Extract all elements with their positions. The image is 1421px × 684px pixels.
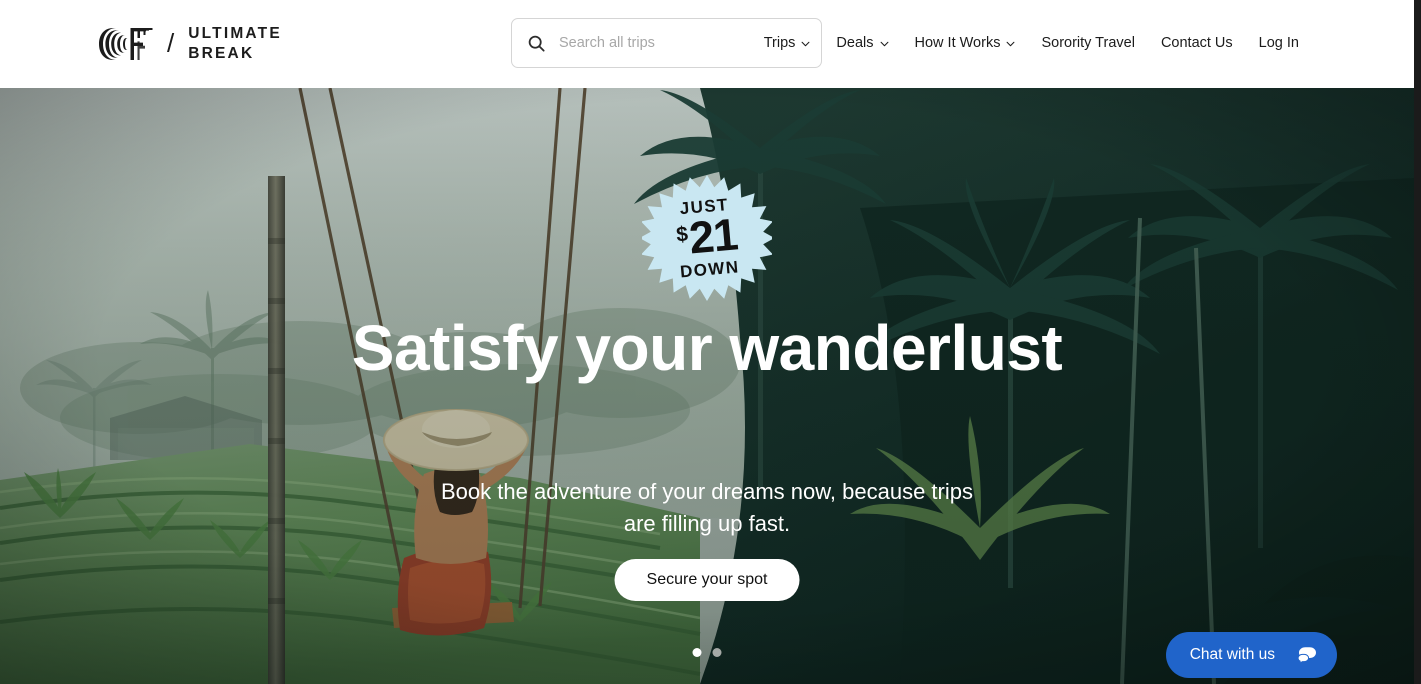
nav-item-how-it-works[interactable]: How It Works — [915, 32, 1016, 54]
nav-label-contact-us: Contact Us — [1160, 35, 1233, 51]
badge-bottom-label: DOWN — [679, 257, 741, 282]
chevron-down-icon — [1007, 41, 1015, 47]
logo-line-2: BREAK — [188, 45, 255, 62]
nav-item-deals[interactable]: Deals — [836, 32, 888, 54]
nav-label-sorority-travel: Sorority Travel — [1041, 35, 1135, 51]
main-navigation: Trips Deals How It Works Sorority Travel — [764, 32, 1299, 54]
chat-label: Chat with us — [1189, 646, 1275, 663]
logo-wordmark: ULTIMATE BREAK — [188, 24, 282, 64]
search-icon — [528, 35, 545, 52]
nav-item-contact-us[interactable]: Contact Us — [1161, 32, 1233, 54]
site-header: / ULTIMATE BREAK Trips Deals — [0, 0, 1414, 88]
badge-amount-row: $ 21 — [675, 208, 740, 264]
nav-item-trips[interactable]: Trips — [764, 32, 811, 54]
browser-edge-strip-top — [1407, 0, 1414, 88]
price-badge: JUST $ 21 DOWN — [642, 173, 772, 303]
hero-section: JUST $ 21 DOWN Satisfy your wanderlust B… — [0, 88, 1414, 684]
ef-logo-icon — [99, 28, 153, 60]
brand-logo[interactable]: / ULTIMATE BREAK — [99, 22, 282, 66]
hero-subtitle: Book the adventure of your dreams now, b… — [441, 479, 973, 536]
secure-your-spot-button[interactable]: Secure your spot — [614, 559, 800, 601]
chat-bubble-icon — [1297, 647, 1316, 664]
badge-amount: 21 — [687, 208, 740, 264]
nav-label-log-in: Log In — [1258, 35, 1299, 51]
nav-label-deals: Deals — [836, 35, 874, 51]
badge-currency: $ — [675, 222, 689, 247]
nav-item-log-in[interactable]: Log In — [1259, 32, 1299, 54]
carousel-dot-1[interactable] — [692, 648, 702, 657]
nav-label-trips: Trips — [763, 35, 796, 51]
hero-headline: Satisfy your wanderlust — [351, 312, 1063, 384]
nav-item-sorority-travel[interactable]: Sorority Travel — [1041, 32, 1134, 54]
hero-content: JUST $ 21 DOWN Satisfy your wanderlust B… — [0, 88, 1414, 684]
nav-label-how-it-works: How It Works — [914, 35, 1001, 51]
logo-divider: / — [167, 28, 175, 58]
chevron-down-icon — [801, 41, 810, 47]
browser-edge-strip — [1414, 0, 1421, 684]
chevron-down-icon — [880, 41, 888, 47]
page-root: JUST $ 21 DOWN Satisfy your wanderlust B… — [0, 0, 1421, 684]
chat-with-us-button[interactable]: Chat with us — [1165, 632, 1337, 678]
logo-line-1: ULTIMATE — [188, 25, 282, 42]
carousel-dots — [692, 648, 722, 657]
price-badge-text: JUST $ 21 DOWN — [637, 168, 778, 309]
carousel-dot-2[interactable] — [712, 648, 722, 657]
